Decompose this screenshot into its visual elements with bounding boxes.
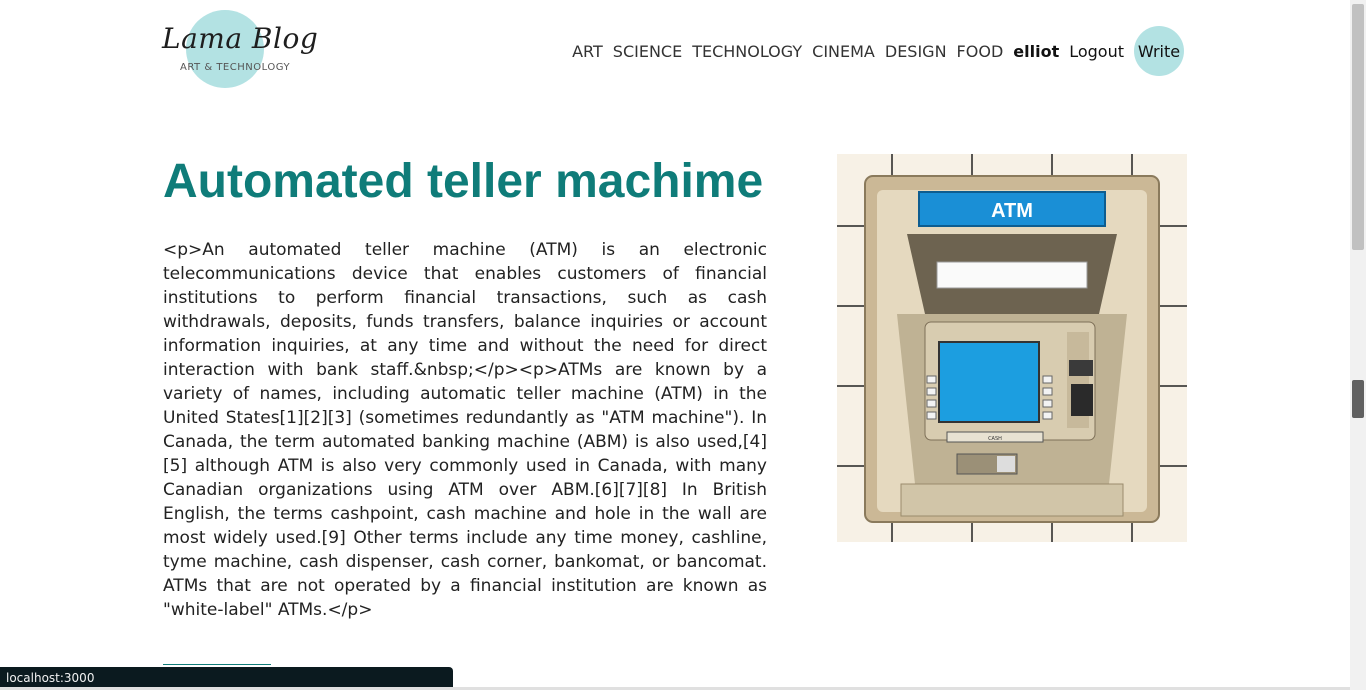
- nav-link-art[interactable]: ART: [572, 42, 603, 61]
- logo-subtitle: ART & TECHNOLOGY: [180, 62, 291, 73]
- atm-slot-label: CASH: [988, 436, 1002, 442]
- logo-title: Lama Blog: [162, 22, 319, 55]
- nav-link-technology[interactable]: TECHNOLOGY: [692, 42, 802, 61]
- write-button[interactable]: Write: [1134, 26, 1184, 76]
- post-content: Automated teller machime <p>An automated…: [163, 150, 767, 622]
- atm-sign-text: ATM: [991, 200, 1033, 222]
- post-body: <p>An automated teller machine (ATM) is …: [163, 240, 767, 620]
- scrollbar-track-top[interactable]: [1352, 4, 1364, 250]
- nav-username[interactable]: elliot: [1013, 42, 1059, 61]
- nav-link-cinema[interactable]: CINEMA: [812, 42, 875, 61]
- nav-link-food[interactable]: FOOD: [957, 42, 1004, 61]
- navbar: Lama Blog ART & TECHNOLOGY ART SCIENCE T…: [0, 0, 1350, 100]
- logo[interactable]: Lama Blog ART & TECHNOLOGY: [162, 8, 318, 92]
- scrollbar[interactable]: [1350, 0, 1366, 690]
- post-title: Automated teller machime: [163, 155, 764, 208]
- nav-links: ART SCIENCE TECHNOLOGY CINEMA DESIGN FOO…: [572, 26, 1184, 76]
- atm-image: ATM CASH: [837, 154, 1187, 542]
- logout-button[interactable]: Logout: [1069, 42, 1124, 61]
- post-image: ATM CASH: [837, 154, 1187, 542]
- scrollbar-thumb[interactable]: [1352, 380, 1364, 418]
- nav-link-science[interactable]: SCIENCE: [613, 42, 682, 61]
- nav-link-design[interactable]: DESIGN: [885, 42, 947, 61]
